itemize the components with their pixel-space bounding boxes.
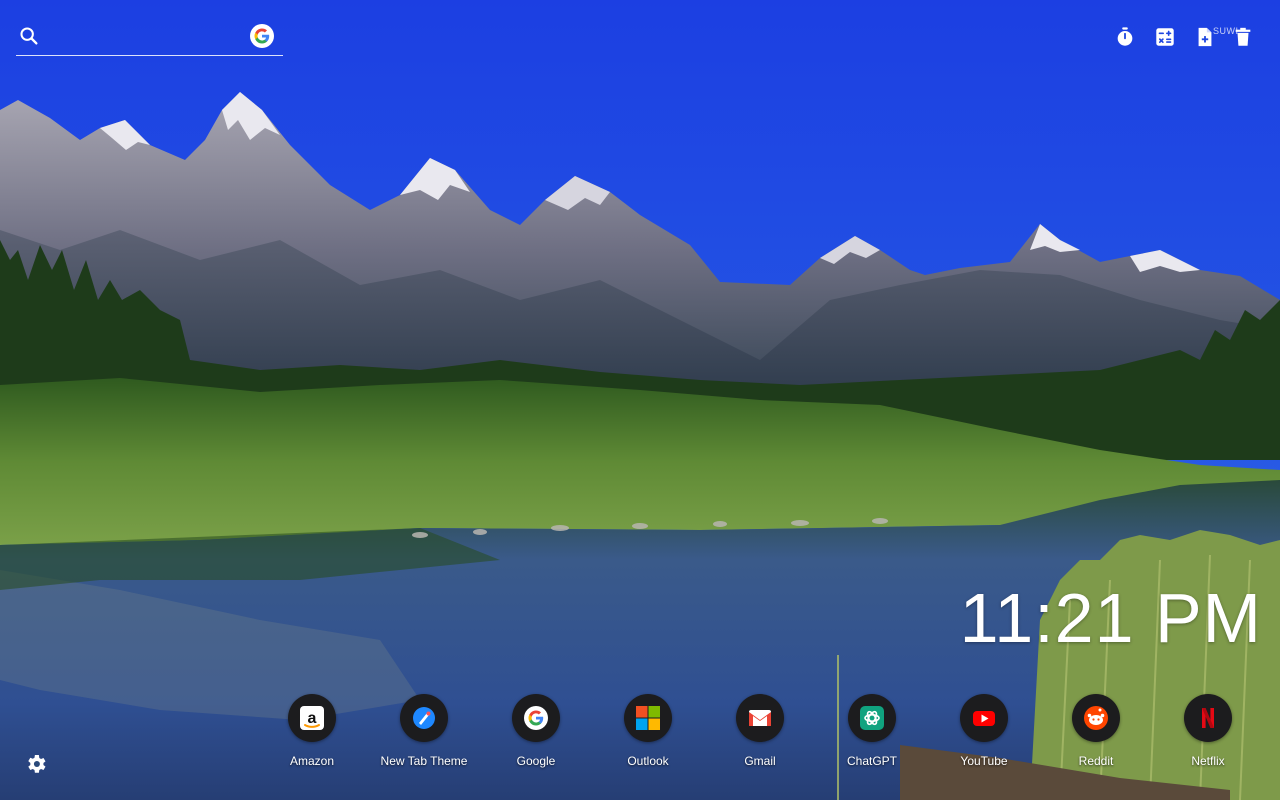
shortcut-amazon[interactable]: a Amazon <box>256 694 368 774</box>
timer-button[interactable] <box>1112 24 1138 50</box>
toolbar: SUWI <box>1110 24 1260 50</box>
shortcut-icon-wrap <box>512 694 560 742</box>
shortcut-new-tab-theme[interactable]: New Tab Theme <box>368 694 480 774</box>
shortcut-google[interactable]: Google <box>480 694 592 774</box>
youtube-icon <box>973 711 995 726</box>
shortcut-netflix[interactable]: Netflix <box>1152 694 1264 774</box>
shortcut-label: Google <box>516 754 556 768</box>
netflix-icon <box>1202 708 1214 728</box>
shortcut-outlook[interactable]: Outlook <box>592 694 704 774</box>
trash-button[interactable] <box>1230 24 1256 50</box>
gmail-icon <box>749 710 771 726</box>
clock: 11:21 PM <box>959 579 1262 657</box>
timer-icon <box>1117 27 1133 46</box>
new-tab-theme-icon <box>413 707 435 729</box>
shortcut-icon-wrap <box>736 694 784 742</box>
shortcut-icon-wrap: a <box>288 694 336 742</box>
shortcut-label: New Tab Theme <box>380 754 468 768</box>
shortcut-label: YouTube <box>960 754 1008 768</box>
trash-icon <box>1235 27 1251 46</box>
chatgpt-icon <box>860 706 884 730</box>
svg-text:a: a <box>308 710 317 727</box>
shortcut-icon-wrap <box>1184 694 1232 742</box>
search-input[interactable] <box>50 22 246 52</box>
shortcut-gmail[interactable]: Gmail <box>704 694 816 774</box>
shortcut-icon-wrap <box>960 694 1008 742</box>
gear-icon <box>28 755 46 773</box>
shortcut-youtube[interactable]: YouTube <box>928 694 1040 774</box>
search-icon <box>20 27 38 45</box>
shortcut-icon-wrap <box>1072 694 1120 742</box>
google-search-button[interactable] <box>250 24 274 48</box>
shortcut-label: ChatGPT <box>846 754 897 768</box>
shortcut-label: Reddit <box>1078 754 1114 768</box>
shortcut-icon-wrap <box>400 694 448 742</box>
shortcut-label: Gmail <box>744 754 776 768</box>
shortcut-dock: a Amazon New Tab Theme Google Outlook Gm… <box>256 694 1266 774</box>
outlook-icon <box>636 706 660 730</box>
shortcut-chatgpt[interactable]: ChatGPT <box>816 694 928 774</box>
amazon-icon: a <box>300 706 324 730</box>
settings-button[interactable] <box>24 752 48 776</box>
shortcut-reddit[interactable]: Reddit <box>1040 694 1152 774</box>
google-icon <box>524 706 548 730</box>
google-g-icon <box>254 28 270 44</box>
background-landscape <box>0 0 1280 800</box>
shortcut-label: Outlook <box>627 754 669 768</box>
calculator-icon <box>1156 28 1174 46</box>
shortcut-label: Amazon <box>289 754 335 768</box>
shortcut-icon-wrap <box>624 694 672 742</box>
search-bar <box>16 20 283 56</box>
reddit-icon <box>1084 706 1108 730</box>
shortcut-icon-wrap <box>848 694 896 742</box>
shortcut-label: Netflix <box>1191 754 1225 768</box>
calculator-button[interactable] <box>1152 24 1178 50</box>
